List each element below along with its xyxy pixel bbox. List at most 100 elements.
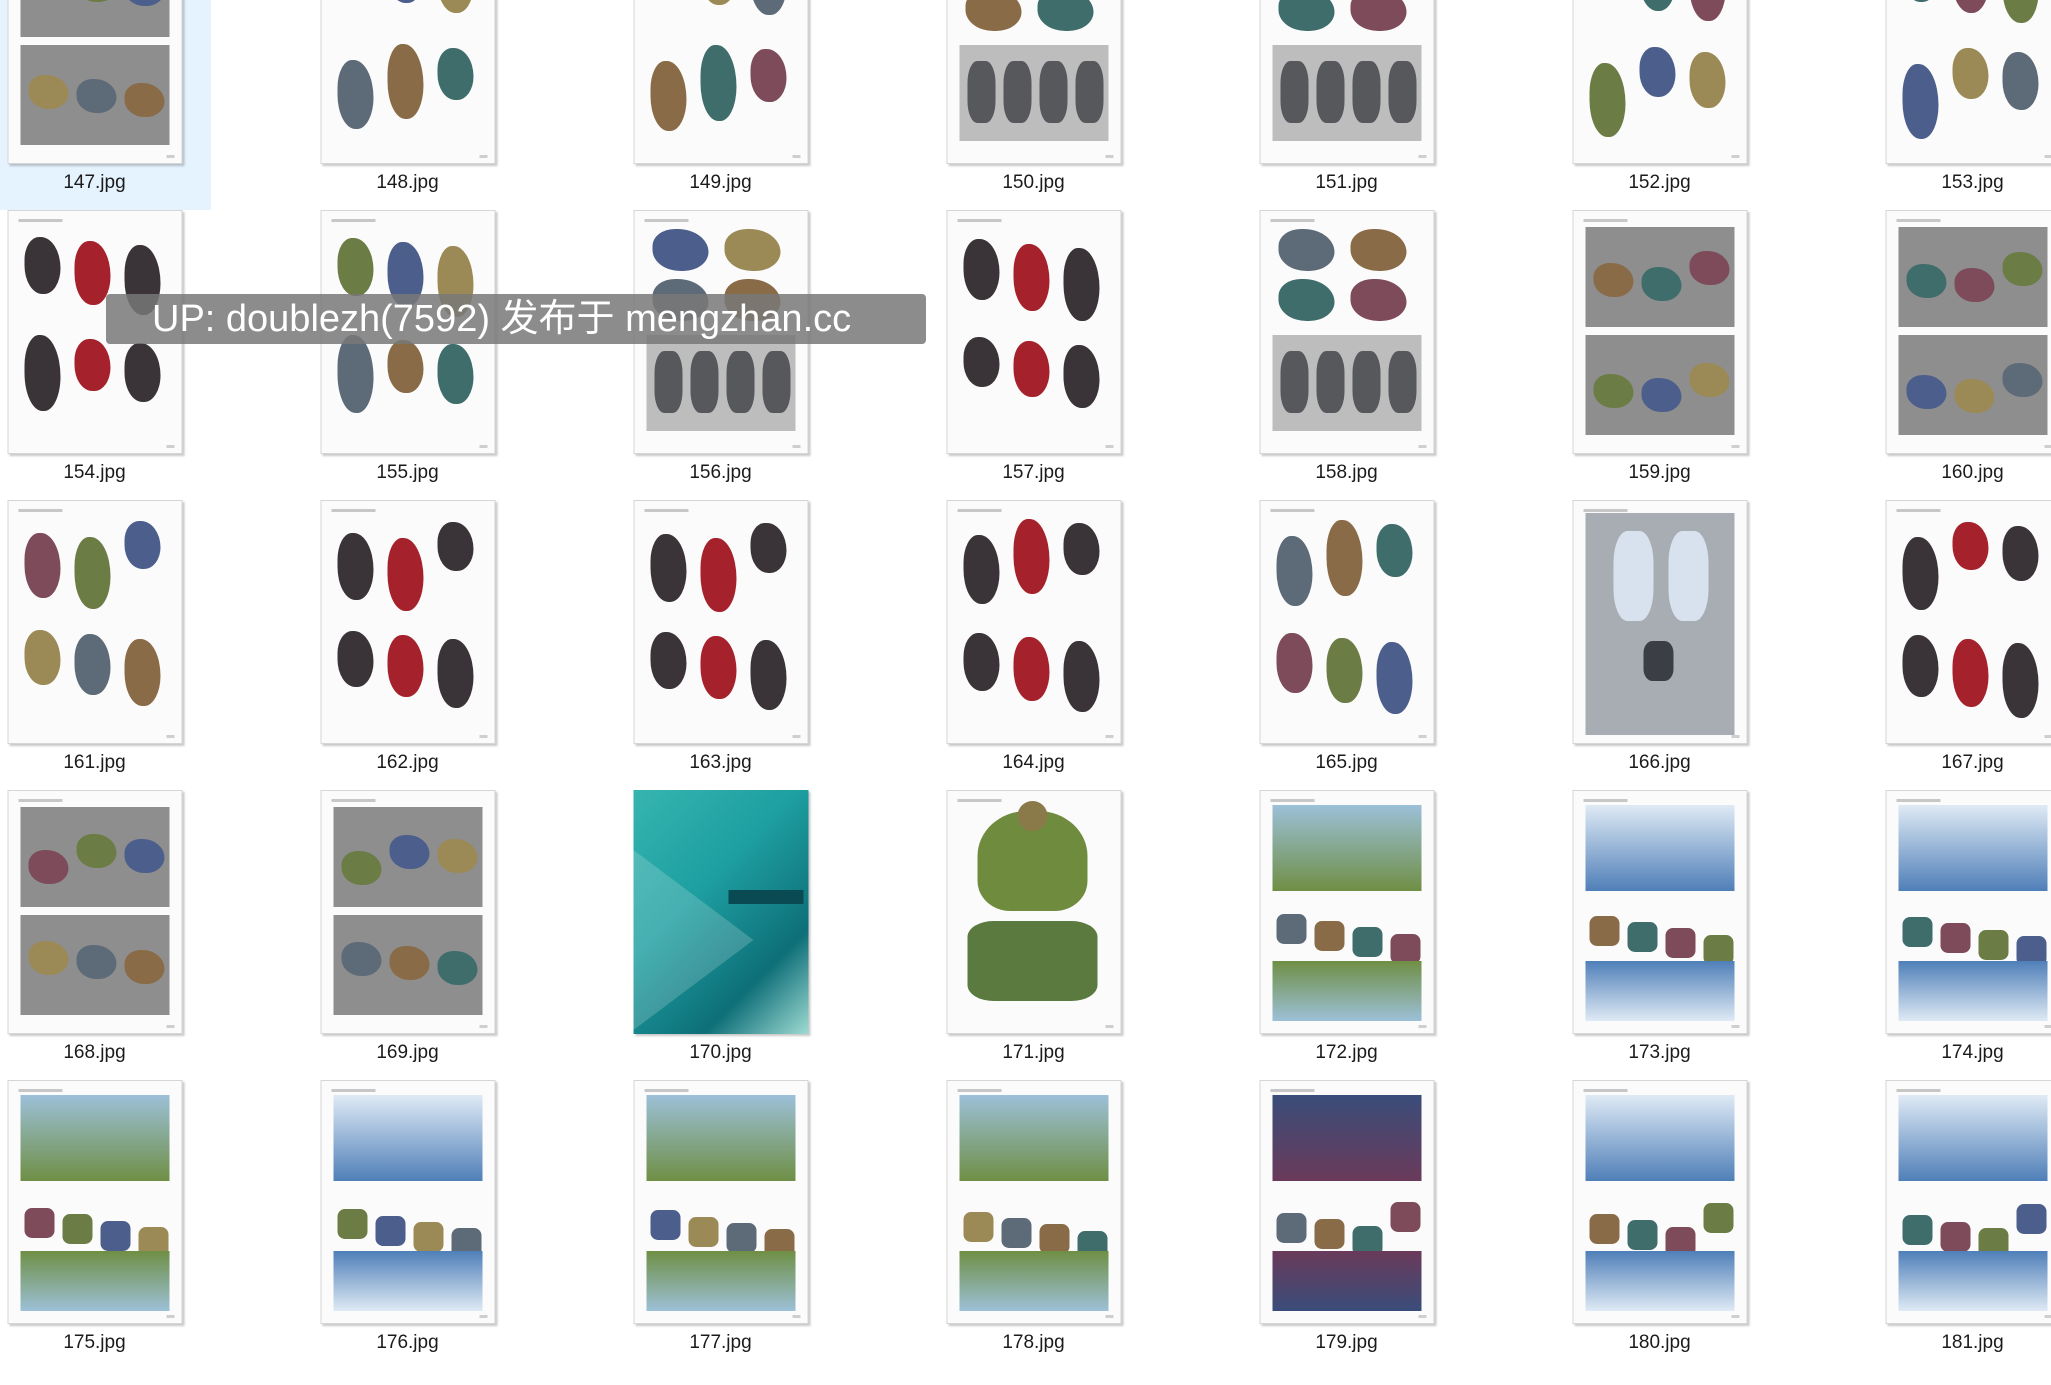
page-number-mark [1418, 155, 1426, 158]
file-item[interactable]: 172.jpg [1230, 790, 1463, 1080]
file-thumbnail[interactable] [7, 1080, 182, 1324]
file-item[interactable]: 158.jpg [1230, 210, 1463, 500]
file-item[interactable]: 179.jpg [1230, 1080, 1463, 1370]
artwork-shape [1593, 262, 1633, 297]
file-thumbnail[interactable] [7, 790, 182, 1034]
file-thumbnail[interactable] [1259, 210, 1434, 454]
file-item[interactable]: 155.jpg [291, 210, 524, 500]
file-item[interactable]: 180.jpg [1543, 1080, 1776, 1370]
page-number-mark [1105, 735, 1113, 738]
artwork-shape [726, 351, 754, 413]
file-thumbnail[interactable] [633, 0, 808, 164]
page-header-mark [644, 509, 688, 512]
file-thumbnail[interactable] [320, 790, 495, 1034]
file-thumbnail[interactable] [320, 0, 495, 164]
file-thumbnail[interactable] [1259, 500, 1434, 744]
file-thumbnail[interactable] [1259, 1080, 1434, 1324]
file-name-label: 156.jpg [689, 462, 752, 483]
file-item[interactable]: 163.jpg [604, 500, 837, 790]
page-number-mark [2044, 1025, 2051, 1028]
file-item[interactable]: 151.jpg [1230, 0, 1463, 210]
file-item[interactable]: 173.jpg [1543, 790, 1776, 1080]
artwork-shape [1627, 922, 1657, 953]
file-thumbnail[interactable] [946, 0, 1121, 164]
artwork-shape [1952, 521, 1988, 571]
page-header-mark [331, 799, 375, 802]
file-item[interactable]: 150.jpg [917, 0, 1150, 210]
file-item[interactable]: 177.jpg [604, 1080, 837, 1370]
artwork-shape [650, 60, 686, 131]
file-item[interactable]: 168.jpg [0, 790, 211, 1080]
file-thumbnail[interactable] [946, 500, 1121, 744]
file-thumbnail[interactable] [1885, 0, 2051, 164]
artwork-shape [387, 0, 423, 3]
file-item[interactable]: 167.jpg [1856, 500, 2051, 790]
file-thumbnail[interactable] [633, 790, 808, 1034]
file-thumbnail[interactable] [633, 500, 808, 744]
artwork-shape [1902, 635, 1938, 697]
page-number-mark [2044, 1315, 2051, 1318]
file-item[interactable]: 153.jpg [1856, 0, 2051, 210]
file-thumbnail[interactable] [1572, 210, 1747, 454]
file-item[interactable]: 178.jpg [917, 1080, 1150, 1370]
file-item[interactable]: 152.jpg [1543, 0, 1776, 210]
file-name-label: 162.jpg [376, 752, 439, 773]
file-thumbnail[interactable] [1572, 500, 1747, 744]
file-item[interactable]: 160.jpg [1856, 210, 2051, 500]
page-header-mark [1270, 219, 1314, 222]
file-name-label: 165.jpg [1315, 752, 1378, 773]
file-item[interactable]: 181.jpg [1856, 1080, 2051, 1370]
file-item[interactable]: 174.jpg [1856, 790, 2051, 1080]
file-thumbnail[interactable] [320, 500, 495, 744]
artwork-shape [1902, 0, 1938, 2]
file-item[interactable]: 164.jpg [917, 500, 1150, 790]
file-thumbnail[interactable] [633, 1080, 808, 1324]
file-name-label: 171.jpg [1002, 1042, 1065, 1063]
artwork-panel [20, 1251, 169, 1311]
page-header-mark [1270, 1089, 1314, 1092]
file-item[interactable]: 176.jpg [291, 1080, 524, 1370]
page-number-mark [479, 735, 487, 738]
artwork-shape [967, 61, 995, 123]
artwork-shape [1278, 0, 1334, 31]
artwork-shape [1063, 247, 1099, 322]
file-thumbnail[interactable] [1572, 0, 1747, 164]
file-item[interactable]: 175.jpg [0, 1080, 211, 1370]
file-item[interactable]: 169.jpg [291, 790, 524, 1080]
file-thumbnail[interactable] [320, 1080, 495, 1324]
file-item[interactable]: 171.jpg [917, 790, 1150, 1080]
artwork-shape [690, 351, 718, 413]
file-thumbnail[interactable] [1259, 790, 1434, 1034]
file-item[interactable]: 170.jpg [604, 790, 837, 1080]
file-item[interactable]: 165.jpg [1230, 500, 1463, 790]
file-thumbnail[interactable] [946, 1080, 1121, 1324]
file-thumbnail[interactable] [1885, 500, 2051, 744]
file-thumbnail[interactable] [7, 500, 182, 744]
file-item[interactable]: 166.jpg [1543, 500, 1776, 790]
file-item[interactable]: 154.jpg [0, 210, 211, 500]
file-thumbnail[interactable] [946, 210, 1121, 454]
artwork-shape [1037, 0, 1093, 31]
file-thumbnail[interactable] [7, 0, 182, 164]
file-thumbnail[interactable] [946, 790, 1121, 1034]
file-item[interactable]: 161.jpg [0, 500, 211, 790]
file-thumbnail[interactable] [1259, 0, 1434, 164]
file-item[interactable]: 149.jpg [604, 0, 837, 210]
artwork-shape [1954, 379, 1994, 414]
artwork-shape [1952, 639, 1988, 708]
file-thumbnail[interactable] [1885, 210, 2051, 454]
file-thumbnail[interactable] [1885, 790, 2051, 1034]
artwork-panel [1585, 961, 1734, 1021]
file-thumbnail[interactable] [1572, 1080, 1747, 1324]
artwork-shape [1001, 1218, 1031, 1248]
file-item[interactable]: 157.jpg [917, 210, 1150, 500]
artwork-shape [1003, 61, 1031, 123]
file-item[interactable]: 156.jpg [604, 210, 837, 500]
file-item[interactable]: 162.jpg [291, 500, 524, 790]
file-item[interactable]: 159.jpg [1543, 210, 1776, 500]
file-thumbnail[interactable] [1885, 1080, 2051, 1324]
artwork-shape [337, 533, 373, 600]
file-item[interactable]: 148.jpg [291, 0, 524, 210]
file-thumbnail[interactable] [1572, 790, 1747, 1034]
file-item[interactable]: 147.jpg [0, 0, 211, 210]
